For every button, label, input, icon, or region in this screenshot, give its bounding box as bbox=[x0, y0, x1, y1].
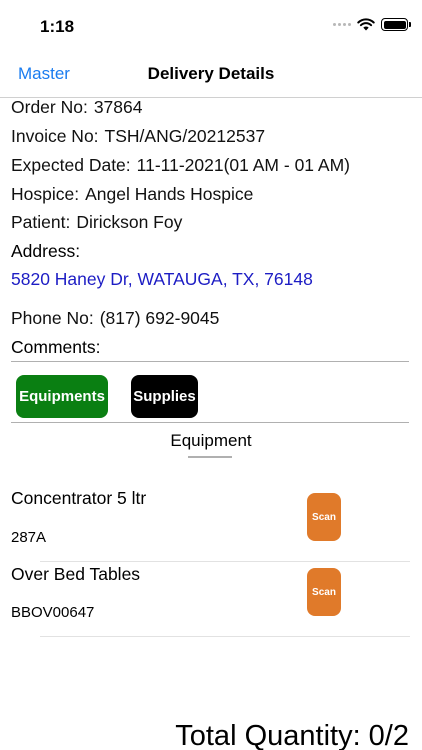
patient-row: Patient: Dirickson Foy bbox=[11, 212, 182, 233]
total-quantity: Total Quantity: 0/2 bbox=[175, 720, 409, 750]
status-bar: 1:18 bbox=[0, 0, 422, 52]
patient-value: Dirickson Foy bbox=[76, 212, 183, 232]
section-underline bbox=[188, 456, 232, 458]
cellular-signal-icon bbox=[333, 23, 351, 26]
patient-label: Patient: bbox=[11, 212, 71, 232]
order-row: Order No: 37864 bbox=[11, 97, 143, 118]
address-label: Address: bbox=[11, 241, 81, 261]
item-code: 287A bbox=[11, 529, 47, 546]
navigation-bar: Master Delivery Details bbox=[0, 52, 422, 98]
item-name: Over Bed Tables bbox=[11, 564, 141, 584]
expected-date-value: 11-11-2021(01 AM - 01 AM) bbox=[136, 155, 351, 175]
comments-label: Comments: bbox=[11, 337, 101, 357]
address-link[interactable]: 5820 Haney Dr, WATAUGA, TX, 76148 bbox=[11, 269, 313, 290]
hospice-row: Hospice: Angel Hands Hospice bbox=[11, 184, 253, 205]
invoice-row: Invoice No: TSH/ANG/20212537 bbox=[11, 126, 265, 147]
divider bbox=[11, 422, 409, 423]
hospice-label: Hospice: bbox=[11, 184, 80, 204]
status-time: 1:18 bbox=[40, 17, 75, 36]
phone-row: Phone No: (817) 692-9045 bbox=[11, 308, 219, 329]
section-title: Equipment bbox=[170, 431, 252, 450]
order-value: 37864 bbox=[93, 97, 143, 117]
status-icons bbox=[333, 18, 411, 31]
expected-date-label: Expected Date: bbox=[11, 155, 131, 175]
phone-label: Phone No: bbox=[11, 308, 94, 328]
phone-link[interactable]: (817) 692-9045 bbox=[100, 308, 220, 328]
item-name: Concentrator 5 ltr bbox=[11, 488, 147, 508]
battery-icon bbox=[381, 18, 411, 31]
equipments-tab-button[interactable]: Equipments bbox=[16, 375, 108, 418]
expected-date-row: Expected Date: 11-11-2021(01 AM - 01 AM) bbox=[11, 155, 350, 176]
supplies-tab-button[interactable]: Supplies bbox=[131, 375, 198, 418]
scan-button[interactable]: Scan bbox=[307, 568, 341, 616]
order-label: Order No: bbox=[11, 97, 88, 117]
hospice-value: Angel Hands Hospice bbox=[85, 184, 254, 204]
item-separator bbox=[40, 636, 410, 637]
wifi-icon bbox=[357, 18, 375, 31]
page-title: Delivery Details bbox=[147, 64, 275, 83]
item-separator bbox=[40, 561, 410, 562]
item-code: BBOV00647 bbox=[11, 604, 95, 621]
invoice-value: TSH/ANG/20212537 bbox=[104, 126, 266, 146]
invoice-label: Invoice No: bbox=[11, 126, 99, 146]
scan-button[interactable]: Scan bbox=[307, 493, 341, 541]
divider bbox=[11, 361, 409, 362]
